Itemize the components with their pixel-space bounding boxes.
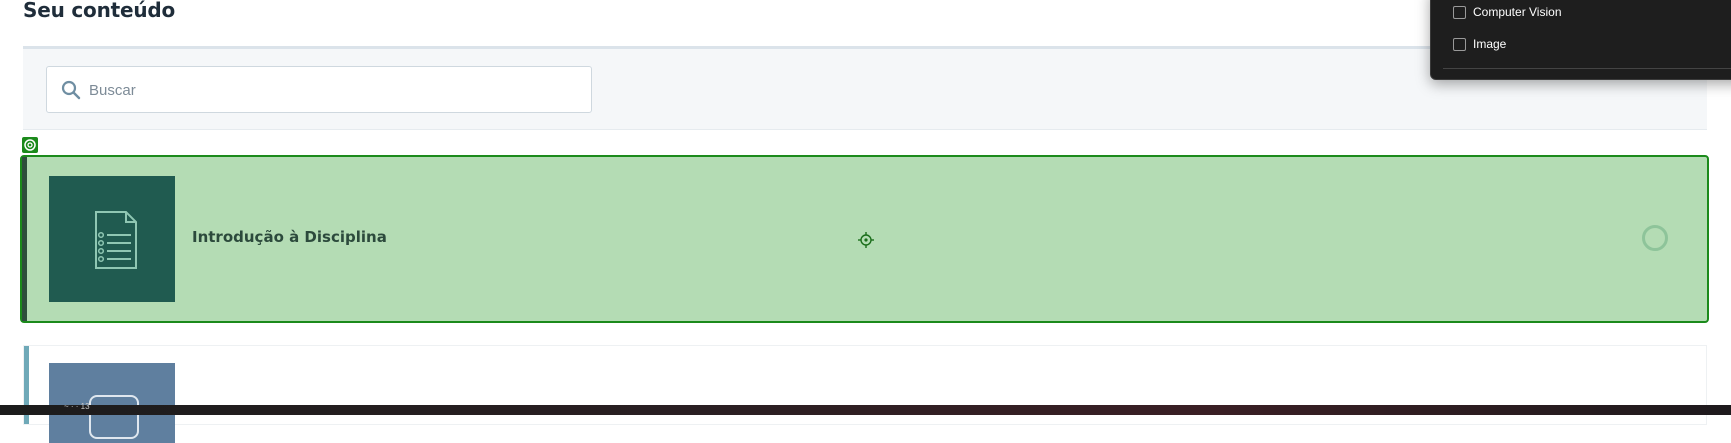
completion-status-icon[interactable]: [1642, 225, 1668, 251]
document-thumbnail: [49, 176, 175, 302]
selection-bar: [22, 157, 27, 321]
locate-icon: [858, 232, 874, 248]
selection-target-badge[interactable]: [22, 137, 38, 153]
checkbox[interactable]: [1453, 37, 1466, 51]
dropdown-divider: [1443, 68, 1731, 69]
taskbar-text: ~ · · 13: [64, 402, 90, 411]
taskbar: ~ · · 13: [0, 402, 1731, 415]
filter-dropdown: Computer Vision Image: [1430, 0, 1731, 80]
chat-bubble-icon: [89, 395, 139, 439]
filter-option-image[interactable]: Image: [1453, 35, 1506, 53]
content-item-title[interactable]: Introdução à Disciplina: [192, 228, 387, 246]
document-list-icon: [95, 211, 137, 269]
option-label: Computer Vision: [1473, 5, 1562, 19]
page-title: Seu conteúdo: [23, 0, 176, 22]
checkbox[interactable]: [1453, 5, 1466, 19]
option-label: Image: [1473, 37, 1507, 51]
content-item-selected[interactable]: Introdução à Disciplina: [20, 155, 1709, 323]
search-input[interactable]: [87, 67, 581, 114]
search-icon: [60, 79, 82, 101]
search-box[interactable]: [46, 66, 592, 114]
filter-option-computer-vision[interactable]: Computer Vision: [1453, 3, 1562, 21]
target-icon: [24, 139, 36, 151]
